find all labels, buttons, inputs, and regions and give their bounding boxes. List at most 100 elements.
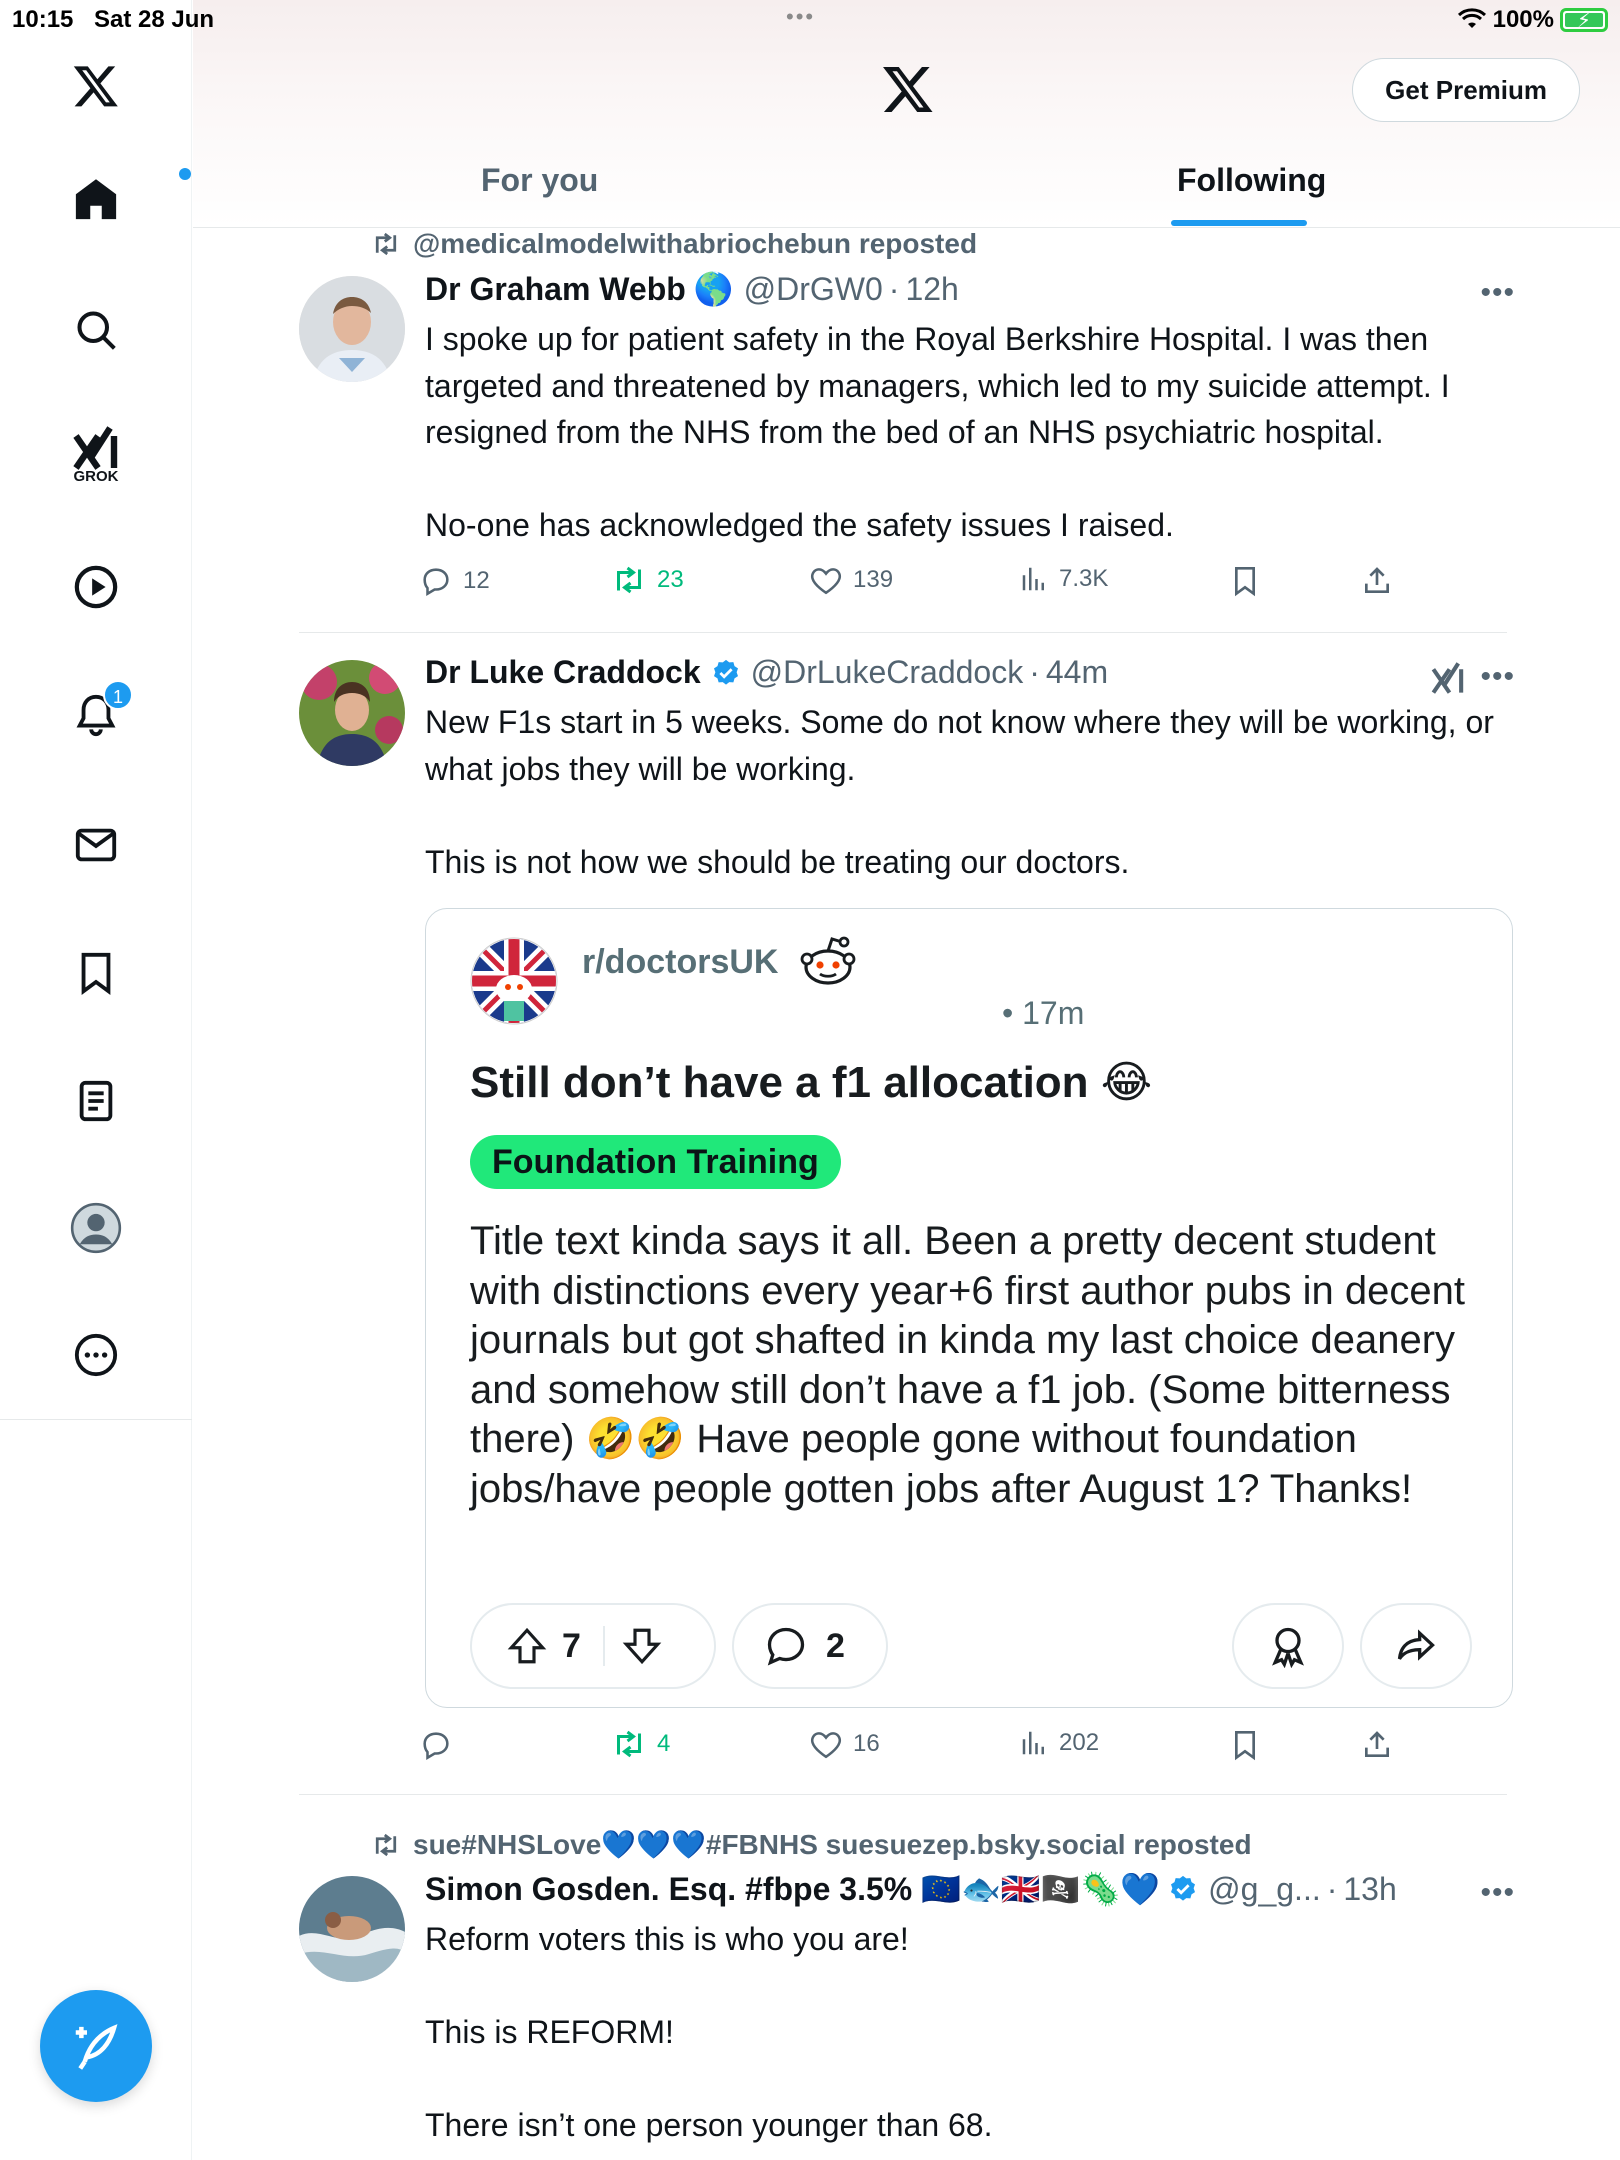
reply-icon <box>423 568 449 597</box>
list-icon <box>79 1080 113 1122</box>
reddit-share-button[interactable] <box>1360 1603 1472 1689</box>
post-text: Reform voters this is who you are! This … <box>425 1921 993 2143</box>
vote-control[interactable]: 7 <box>470 1603 716 1689</box>
nav-profile[interactable] <box>0 1202 192 1254</box>
grok-label: GROK <box>73 468 119 485</box>
reply-button[interactable]: 12 <box>419 564 490 598</box>
embedded-reddit-card[interactable]: r/doctorsUK • 17m Still don’t have a f1 … <box>425 908 1513 1708</box>
author-name[interactable]: Dr Graham Webb <box>425 271 686 308</box>
share-button[interactable] <box>1361 564 1393 598</box>
avatar[interactable] <box>299 1876 405 1982</box>
author-name[interactable]: Dr Luke Craddock <box>425 654 701 691</box>
views-chart-icon <box>1022 1731 1044 1755</box>
nav-notifications[interactable]: 1 <box>0 680 192 743</box>
downvote-icon[interactable] <box>621 1625 663 1667</box>
verified-badge-icon <box>1171 1875 1196 1901</box>
author-name[interactable]: Simon Gosden. Esq. #fbpe 3.5% 🇪🇺🐟🇬🇧🏴‍☠️🦠… <box>425 1870 1160 1908</box>
bookmark-icon <box>1235 1731 1255 1761</box>
subreddit-name[interactable]: r/doctorsUK <box>582 943 778 982</box>
x-logo-icon[interactable] <box>0 62 192 110</box>
subreddit-avatar-icon <box>470 937 558 1025</box>
author-handle[interactable]: @g_g... <box>1208 1871 1321 1908</box>
post-divider <box>299 1794 1507 1795</box>
avatar-photo <box>299 1876 405 1982</box>
nav-lists[interactable] <box>0 1078 192 1124</box>
get-premium-button[interactable]: Get Premium <box>1352 58 1580 122</box>
tab-following[interactable]: Following <box>1177 162 1326 199</box>
notification-badge: 1 <box>103 680 133 710</box>
views-chart-icon <box>1022 567 1044 591</box>
post-header: Simon Gosden. Esq. #fbpe 3.5% 🇪🇺🐟🇬🇧🏴‍☠️🦠… <box>425 1870 1397 1908</box>
avatar[interactable] <box>299 276 405 382</box>
post-body: Dr Luke Craddock @DrLukeCraddock · 44m •… <box>425 654 1515 885</box>
home-icon <box>73 168 191 227</box>
more-options-icon[interactable]: ••• <box>1480 660 1515 694</box>
battery-icon: ⚡ <box>1560 8 1608 32</box>
post-text: New F1s start in 5 weeks. Some do not kn… <box>425 704 1494 880</box>
comment-count: 2 <box>826 1626 845 1665</box>
post-header: Dr Luke Craddock @DrLukeCraddock · 44m <box>425 654 1109 691</box>
repost-icon <box>375 232 397 256</box>
mail-icon <box>75 828 117 862</box>
views-button[interactable]: 7.3K <box>1019 564 1108 594</box>
post-header: Dr Graham Webb 🌎 @DrGW0 · 12h <box>425 270 959 308</box>
share-button[interactable] <box>1361 1728 1393 1762</box>
more-options-icon[interactable]: ••• <box>1480 276 1515 310</box>
like-count: 16 <box>853 1730 880 1757</box>
repost-button[interactable]: 4 <box>611 1728 670 1760</box>
reply-button[interactable] <box>419 1728 463 1762</box>
nav-messages[interactable] <box>0 822 192 868</box>
multitasking-dots-icon[interactable]: ••• <box>786 4 815 30</box>
award-button[interactable] <box>1232 1603 1344 1689</box>
avatar-photo <box>299 660 405 766</box>
repost-context: @medicalmodelwithabriochebun reposted <box>371 228 977 260</box>
reddit-post-body: Title text kinda says it all. Been a pre… <box>470 1219 1465 1511</box>
tab-for-you[interactable]: For you <box>481 162 598 199</box>
post-body: Simon Gosden. Esq. #fbpe 3.5% 🇪🇺🐟🇬🇧🏴‍☠️🦠… <box>425 1870 1515 2149</box>
grok-explain-icon[interactable] <box>1429 660 1467 696</box>
post-time[interactable]: 12h <box>905 271 958 308</box>
nav-home[interactable] <box>0 168 192 227</box>
bookmark-button[interactable] <box>1229 1728 1261 1762</box>
status-right: 100% ⚡ <box>1457 6 1608 34</box>
upvote-icon[interactable] <box>506 1625 548 1667</box>
nav-video[interactable] <box>0 564 192 610</box>
author-handle[interactable]: @DrLukeCraddock <box>751 654 1024 691</box>
status-date: Sat 28 Jun <box>94 6 215 33</box>
nav-bookmarks[interactable] <box>0 950 192 996</box>
avatar[interactable] <box>299 660 405 766</box>
sidebar: GROK 1 <box>0 0 192 2160</box>
compose-post-button[interactable] <box>40 1990 152 2102</box>
more-options-icon[interactable]: ••• <box>1480 1876 1515 1910</box>
share-icon <box>1365 1731 1389 1757</box>
repost-icon <box>617 566 641 594</box>
profile-avatar-icon <box>70 1202 122 1254</box>
like-button[interactable]: 16 <box>809 1728 880 1760</box>
repost-label: sue#NHSLove💙💙💙#FBNHS suesuezep.bsky.soci… <box>413 1829 1252 1860</box>
reddit-flair[interactable]: Foundation Training <box>470 1135 841 1189</box>
views-count: 7.3K <box>1059 565 1109 592</box>
repost-context: sue#NHSLove💙💙💙#FBNHS suesuezep.bsky.soci… <box>371 1828 1252 1861</box>
upvote-count: 7 <box>562 1626 581 1665</box>
post-time[interactable]: 44m <box>1046 654 1108 691</box>
post-time[interactable]: 13h <box>1343 1871 1396 1908</box>
bookmark-button[interactable] <box>1229 564 1261 598</box>
repost-icon <box>617 1730 641 1758</box>
nav-more[interactable] <box>0 1332 192 1378</box>
nav-grok[interactable]: GROK <box>0 424 192 485</box>
battery-percent: 100% <box>1492 6 1554 33</box>
reply-count: 12 <box>463 567 490 594</box>
repost-button[interactable]: 23 <box>611 564 684 596</box>
reply-icon <box>423 1732 449 1761</box>
like-button[interactable]: 139 <box>809 564 893 596</box>
author-handle[interactable]: @DrGW0 <box>744 271 883 308</box>
views-button[interactable]: 202 <box>1019 1728 1099 1758</box>
heart-icon <box>810 1732 842 1759</box>
x-logo-icon[interactable] <box>881 62 935 116</box>
nav-search[interactable] <box>0 308 192 352</box>
like-count: 139 <box>853 566 894 593</box>
comments-button[interactable]: 2 <box>732 1603 888 1689</box>
repost-count: 4 <box>657 1730 671 1757</box>
verified-badge-icon <box>713 659 738 685</box>
reddit-post-title[interactable]: Still don’t have a f1 allocation 😂 <box>470 1057 1152 1108</box>
